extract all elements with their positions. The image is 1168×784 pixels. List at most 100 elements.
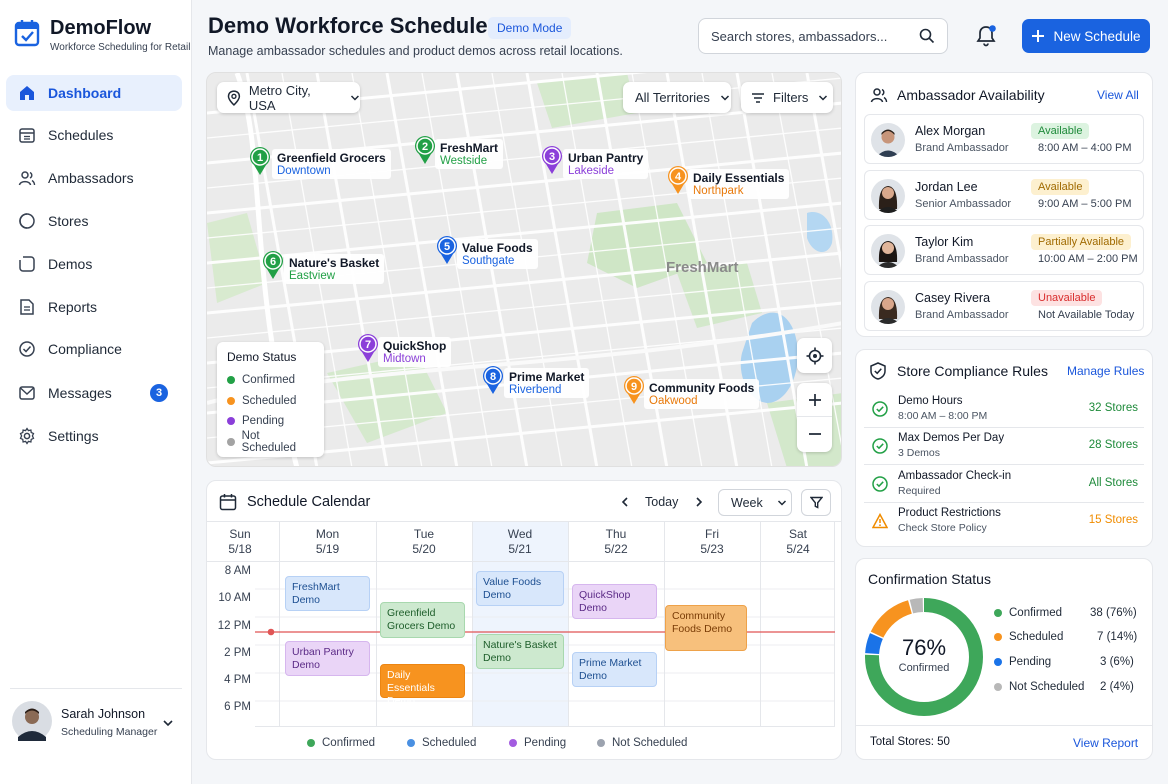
nav-settings[interactable]: Settings xyxy=(6,418,182,454)
day-date: 5/18 xyxy=(228,542,252,556)
calendar-event[interactable]: Daily Essentials Demo xyxy=(380,664,465,707)
legend-item: Pending xyxy=(227,411,314,432)
calendar-event[interactable]: Prime Market Demo xyxy=(572,652,657,687)
day-header: Thu 5/22 xyxy=(568,527,664,557)
day-date: 5/19 xyxy=(315,542,340,556)
chevron-down-icon xyxy=(351,94,360,101)
filters-dropdown[interactable]: Filters xyxy=(741,82,833,113)
pin-label-4: Daily Essentials Northpark xyxy=(688,169,790,199)
map-pin-2[interactable]: 2 xyxy=(414,135,436,165)
map-pin-9[interactable]: 9 xyxy=(623,375,645,405)
filter-button[interactable] xyxy=(801,489,831,516)
location-dropdown[interactable]: Metro City, USA xyxy=(217,82,360,113)
message-icon xyxy=(18,384,36,402)
user-profile[interactable]: Sarah Johnson Scheduling Manager xyxy=(10,688,182,758)
nav-schedules[interactable]: Schedules xyxy=(6,117,182,153)
calendar-event[interactable]: Greenfield Grocers Demo xyxy=(380,602,465,638)
legend-label: Scheduled xyxy=(242,394,297,407)
map-pin-3[interactable]: 3 xyxy=(541,145,563,175)
nav-stores[interactable]: Stores xyxy=(6,203,182,239)
calendar-event[interactable]: Urban Pantry Demo xyxy=(285,641,370,676)
ambassador-role: Brand Ambassador xyxy=(915,253,1009,265)
warning-triangle-icon xyxy=(872,513,888,529)
nav-demos[interactable]: Demos xyxy=(6,246,182,282)
manage-rules-link[interactable]: Manage Rules xyxy=(1067,364,1144,378)
rule-title: Max Demos Per Day xyxy=(898,432,1005,444)
search-icon[interactable] xyxy=(919,28,935,44)
territories-label: All Territories xyxy=(635,90,710,105)
map-pin-1[interactable]: 1 xyxy=(249,146,271,176)
day-header-today: Wed 5/21 xyxy=(472,527,568,557)
zoom-in-button[interactable] xyxy=(797,383,832,417)
nav-reports[interactable]: Reports xyxy=(6,289,182,325)
ambassador-card[interactable]: Taylor Kim Brand Ambassador Partially Av… xyxy=(864,225,1144,275)
pin-store-name: Daily Essentials xyxy=(693,171,785,185)
pin-store-name: Value Foods xyxy=(462,241,533,255)
store-map[interactable]: FreshMart Metro City, USA All Territorie… xyxy=(206,72,842,467)
pin-area: Downtown xyxy=(277,165,331,177)
territories-dropdown[interactable]: All Territories xyxy=(623,82,731,113)
status-value: 3 (6%) xyxy=(1100,656,1134,668)
rule-store-count: 15 Stores xyxy=(1088,514,1138,526)
view-all-link[interactable]: View All xyxy=(1097,88,1139,102)
chevron-right-icon[interactable] xyxy=(693,496,705,508)
svg-text:2: 2 xyxy=(422,141,428,153)
calendar-event[interactable]: QuickShop Demo xyxy=(572,584,657,619)
view-select[interactable]: Week xyxy=(718,489,792,516)
map-pin-7[interactable]: 7 xyxy=(357,333,379,363)
confirmation-status-panel: Confirmation Status 76% Confirmed Confir… xyxy=(855,558,1153,760)
status-value: 2 (4%) xyxy=(1100,681,1134,693)
rule-detail: 8:00 AM – 8:00 PM xyxy=(898,410,988,422)
ambassador-card[interactable]: Jordan Lee Senior Ambassador Available 9… xyxy=(864,170,1144,220)
map-pin-4[interactable]: 4 xyxy=(667,165,689,195)
rule-store-count: All Stores xyxy=(1088,477,1138,489)
nav-compliance[interactable]: Compliance xyxy=(6,331,182,367)
search-box[interactable] xyxy=(698,18,948,54)
day-date: 5/24 xyxy=(786,542,810,556)
ambassador-hours: 8:00 AM – 4:00 PM xyxy=(1038,142,1132,154)
nav-dashboard[interactable]: Dashboard xyxy=(6,75,182,111)
map-pin-6[interactable]: 6 xyxy=(262,250,284,280)
pin-label-5: Value Foods Southgate xyxy=(457,239,538,269)
svg-text:7: 7 xyxy=(365,339,371,351)
day-name: Fri xyxy=(705,527,719,541)
svg-text:9: 9 xyxy=(631,381,637,393)
pin-store-name: QuickShop xyxy=(383,339,447,353)
search-input[interactable] xyxy=(711,28,919,44)
day-name: Sat xyxy=(788,527,807,541)
panel-title: Confirmation Status xyxy=(868,571,991,587)
chevron-down-icon[interactable] xyxy=(162,717,174,729)
compliance-rule: Max Demos Per Day 3 Demos 28 Stores xyxy=(864,428,1144,465)
pin-area: Riverbend xyxy=(509,384,562,396)
chevron-left-icon[interactable] xyxy=(619,496,631,508)
new-schedule-label: New Schedule xyxy=(1053,28,1141,44)
time-label: 4 PM xyxy=(224,674,251,686)
nav-messages[interactable]: Messages 3 xyxy=(6,375,182,411)
day-header: Tue 5/20 xyxy=(376,527,472,557)
nav-label: Ambassadors xyxy=(48,170,134,186)
map-pin-8[interactable]: 8 xyxy=(482,365,504,395)
ambassador-card[interactable]: Alex Morgan Brand Ambassador Available 8… xyxy=(864,114,1144,164)
today-button[interactable]: Today xyxy=(645,495,678,509)
calendar-event[interactable]: Value Foods Demo xyxy=(476,571,564,606)
bell-icon[interactable] xyxy=(974,24,998,48)
new-schedule-button[interactable]: New Schedule xyxy=(1022,19,1150,53)
ambassador-availability-panel: Ambassador Availability View All Alex Mo… xyxy=(855,72,1153,337)
pin-label-1: Greenfield Grocers Downtown xyxy=(272,149,391,179)
store-icon xyxy=(18,212,36,230)
avatar xyxy=(871,179,905,213)
plus-icon xyxy=(808,393,821,406)
view-report-link[interactable]: View Report xyxy=(1073,736,1138,750)
calendar-event[interactable]: Community Foods Demo xyxy=(665,605,747,651)
calendar-event[interactable]: FreshMart Demo xyxy=(285,576,370,611)
total-stores: Total Stores: 50 xyxy=(870,736,950,748)
nav-ambassadors[interactable]: Ambassadors xyxy=(6,160,182,196)
legend-item: Not Scheduled xyxy=(227,430,314,454)
calendar-event[interactable]: Nature's Basket Demo xyxy=(476,634,564,669)
locate-me-button[interactable] xyxy=(797,338,832,373)
map-pin-5[interactable]: 5 xyxy=(436,235,458,265)
avatar xyxy=(871,234,905,268)
zoom-out-button[interactable] xyxy=(797,417,832,451)
day-name: Tue xyxy=(413,527,435,541)
ambassador-card[interactable]: Casey Rivera Brand Ambassador Unavailabl… xyxy=(864,281,1144,331)
